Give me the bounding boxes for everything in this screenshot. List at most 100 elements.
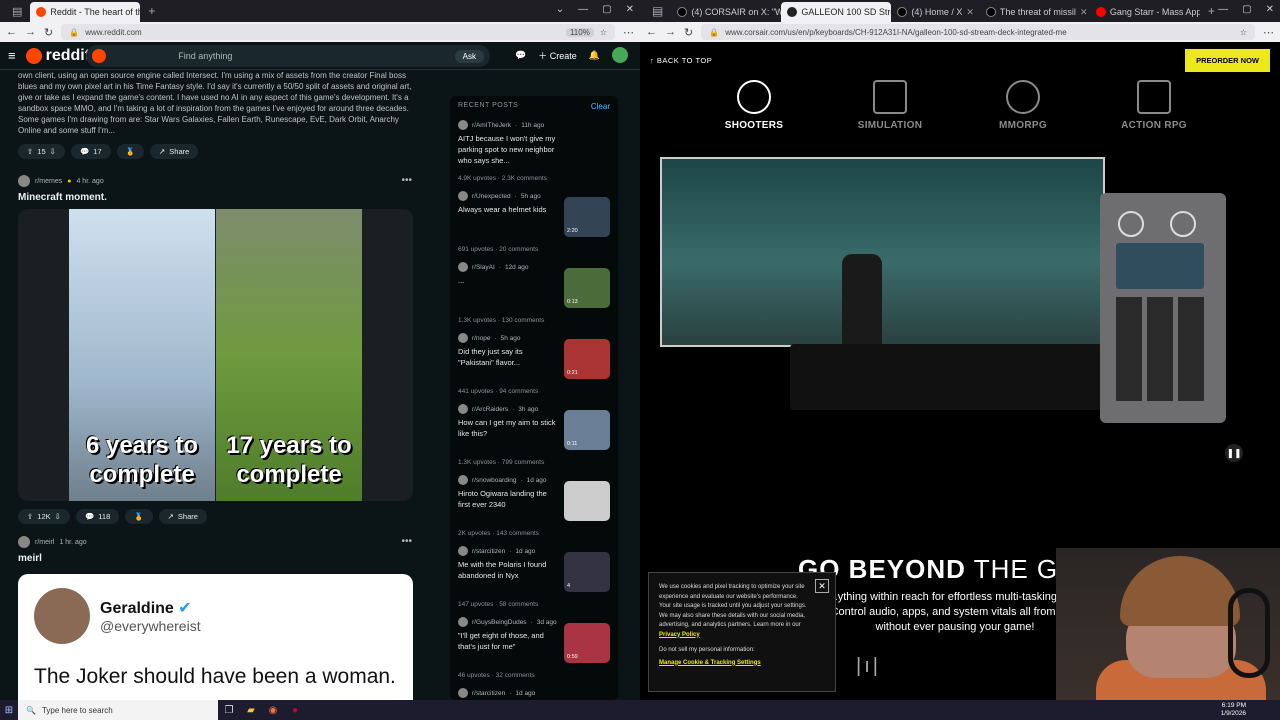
tab-simulation[interactable]: SIMULATION: [830, 80, 950, 131]
subreddit-link[interactable]: r/memes: [35, 178, 62, 185]
preorder-button[interactable]: PREORDER NOW: [1185, 48, 1270, 72]
back-icon[interactable]: ←: [646, 26, 657, 38]
manage-cookie-settings-link[interactable]: Manage Cookie & Tracking Settings: [659, 660, 761, 666]
recent-post-item[interactable]: r/snowboarding · 1d ago Hiroto Ogiwara land…: [458, 475, 610, 537]
extensions-icon[interactable]: ⋯: [1263, 26, 1274, 39]
create-button[interactable]: ＋ Create: [538, 49, 577, 62]
close-window-icon[interactable]: ✕: [626, 4, 634, 15]
ask-button[interactable]: Ask: [454, 49, 484, 63]
recent-post-thumbnail[interactable]: [564, 481, 610, 521]
file-explorer-icon[interactable]: ▰: [240, 705, 262, 716]
windows-start-icon[interactable]: ⊞: [0, 705, 18, 716]
recent-post-item[interactable]: r/SlayAI · 12d ago... 1.3K upvotes · 130 co…: [458, 262, 610, 324]
address-bar[interactable]: 🔒 www.reddit.com 110% ☆: [61, 24, 615, 40]
recent-post-subreddit[interactable]: r/SlayAI: [472, 264, 495, 271]
forward-icon[interactable]: →: [665, 26, 676, 38]
pause-video-button[interactable]: ❚❚: [1225, 444, 1243, 462]
zoom-level[interactable]: 110%: [565, 27, 594, 37]
recent-post-thumbnail[interactable]: 0:59: [564, 623, 610, 663]
reload-icon[interactable]: ↻: [44, 26, 53, 39]
recent-post-thumbnail[interactable]: 4: [564, 552, 610, 592]
tab-threat[interactable]: The threat of missil ✕: [980, 2, 1090, 22]
close-cookie-icon[interactable]: ✕: [815, 579, 829, 593]
back-to-top-link[interactable]: ↑ BACK TO TOP: [650, 56, 712, 65]
comments-button[interactable]: 💬 118: [75, 509, 120, 524]
extensions-icon[interactable]: ⋯: [623, 26, 634, 39]
back-icon[interactable]: ←: [6, 26, 17, 38]
recent-post-subreddit[interactable]: r/snowboarding: [472, 477, 516, 484]
chat-icon[interactable]: 💬: [515, 50, 526, 61]
recent-post-subreddit[interactable]: r/starcitizen: [472, 548, 505, 555]
minimize-icon[interactable]: —: [1218, 4, 1228, 15]
tab-list-icon[interactable]: ▤: [644, 4, 671, 22]
share-button[interactable]: ↗ Share: [158, 509, 207, 524]
maximize-icon[interactable]: ▢: [602, 4, 611, 15]
tab-corsair-x[interactable]: (4) CORSAIR on X: "Wh✕: [671, 2, 781, 22]
recent-post-title[interactable]: Hiroto Ogiwara landing the first ever 23…: [458, 488, 558, 510]
recent-post-thumbnail[interactable]: 2:20: [564, 197, 610, 237]
tab-shooters[interactable]: SHOOTERS: [694, 80, 814, 131]
recent-post-title[interactable]: ...: [458, 275, 558, 286]
tab-gang-starr[interactable]: Gang Starr - Mass Appe✕: [1090, 2, 1200, 22]
reload-icon[interactable]: ↻: [684, 26, 693, 39]
recent-post-item[interactable]: r/Unexpected · 5h ago Always wear a helmet …: [458, 191, 610, 253]
recent-post-item[interactable]: r/GuysBeingDudes · 3d ago "I'll get eight o…: [458, 617, 610, 679]
tab-action-rpg[interactable]: ACTION RPG: [1094, 80, 1214, 131]
recent-post-item[interactable]: r/starcitizen·1d agoBest Subscriber Flai…: [458, 688, 610, 700]
recent-post-title[interactable]: Me with the Polaris I found abandoned in…: [458, 559, 558, 581]
more-options-icon[interactable]: •••: [401, 175, 412, 186]
minimize-icon[interactable]: —: [578, 4, 588, 15]
new-tab-icon[interactable]: +: [140, 4, 163, 22]
tweet-image[interactable]: Geraldine ✔ @everywhereist The Joker sho…: [18, 574, 413, 700]
recent-post-subreddit[interactable]: r/Unexpected: [472, 193, 511, 200]
post-title[interactable]: Minecraft moment.: [18, 192, 418, 203]
award-button[interactable]: 🏅: [125, 509, 153, 524]
recent-post-thumbnail[interactable]: 0:11: [564, 410, 610, 450]
privacy-policy-link[interactable]: Privacy Policy: [659, 632, 700, 638]
forward-icon[interactable]: →: [25, 26, 36, 38]
obs-icon[interactable]: ●: [284, 705, 306, 716]
maximize-icon[interactable]: ▢: [1242, 4, 1251, 15]
subreddit-avatar[interactable]: [18, 536, 30, 548]
recent-post-subreddit[interactable]: r/ArcRaiders: [472, 406, 508, 413]
recent-post-title[interactable]: Always wear a helmet kids: [458, 204, 558, 215]
taskbar-search[interactable]: 🔍 Type here to search: [18, 700, 218, 720]
tab-galleon[interactable]: GALLEON 100 SD Strea✕: [781, 2, 892, 22]
close-tab-icon[interactable]: ✕: [966, 7, 974, 18]
vote-control[interactable]: ⇧ 15 ⇩: [18, 144, 65, 159]
subreddit-link[interactable]: r/meirl: [35, 539, 54, 546]
task-view-icon[interactable]: ❐: [218, 705, 240, 716]
recent-post-subreddit[interactable]: r/starcitizen: [472, 690, 505, 697]
tab-list-icon[interactable]: ▤: [4, 5, 30, 22]
tab-reddit[interactable]: Reddit - The heart of the intern ✕: [30, 2, 141, 22]
notifications-icon[interactable]: 🔔: [589, 50, 600, 61]
tab-x-home[interactable]: (4) Home / X ✕: [891, 2, 980, 22]
system-clock[interactable]: 6:19 PM 1/9/2026: [1221, 702, 1246, 718]
recent-post-subreddit[interactable]: r/nope: [472, 335, 490, 342]
bookmark-star-icon[interactable]: ☆: [600, 28, 607, 37]
recent-post-item[interactable]: r/nope · 5h ago Did they just say its "Paki…: [458, 333, 610, 395]
recent-post-title[interactable]: AITJ because I won't give my parking spo…: [458, 133, 558, 166]
subreddit-avatar[interactable]: [18, 175, 30, 187]
search-input[interactable]: Find anything Ask: [86, 45, 490, 67]
recent-post-subreddit[interactable]: r/AmITheJerk: [472, 122, 511, 129]
tab-mmorpg[interactable]: MMORPG: [963, 80, 1083, 131]
bookmark-star-icon[interactable]: ☆: [1240, 28, 1247, 37]
reddit-logo[interactable]: reddit: [25, 47, 90, 65]
recent-post-title[interactable]: How can I get my aim to stick like this?: [458, 417, 558, 439]
recent-post-title[interactable]: "I'll get eight of those, and that's jus…: [458, 630, 558, 652]
menu-icon[interactable]: ≡: [8, 48, 16, 63]
award-button[interactable]: 🏅: [116, 144, 144, 159]
dropdown-icon[interactable]: ⌄: [556, 4, 564, 15]
recent-post-item[interactable]: r/starcitizen · 1d ago Me with the Polaris …: [458, 546, 610, 608]
address-bar[interactable]: 🔒 www.corsair.com/us/en/p/keyboards/CH-9…: [701, 24, 1255, 40]
comments-button[interactable]: 💬 17: [70, 144, 111, 159]
clear-button[interactable]: Clear: [591, 102, 610, 111]
recent-post-subreddit[interactable]: r/GuysBeingDudes: [472, 619, 527, 626]
recent-post-title[interactable]: Did they just say its "Pakistani" flavor…: [458, 346, 558, 368]
post-image[interactable]: 6 years to complete 17 years to complete: [18, 209, 413, 501]
close-window-icon[interactable]: ✕: [1266, 4, 1274, 15]
recent-post-item[interactable]: r/ArcRaiders · 3h ago How can I get my aim …: [458, 404, 610, 466]
share-button[interactable]: ↗ Share: [149, 144, 199, 159]
recent-post-thumbnail[interactable]: 0:21: [564, 339, 610, 379]
